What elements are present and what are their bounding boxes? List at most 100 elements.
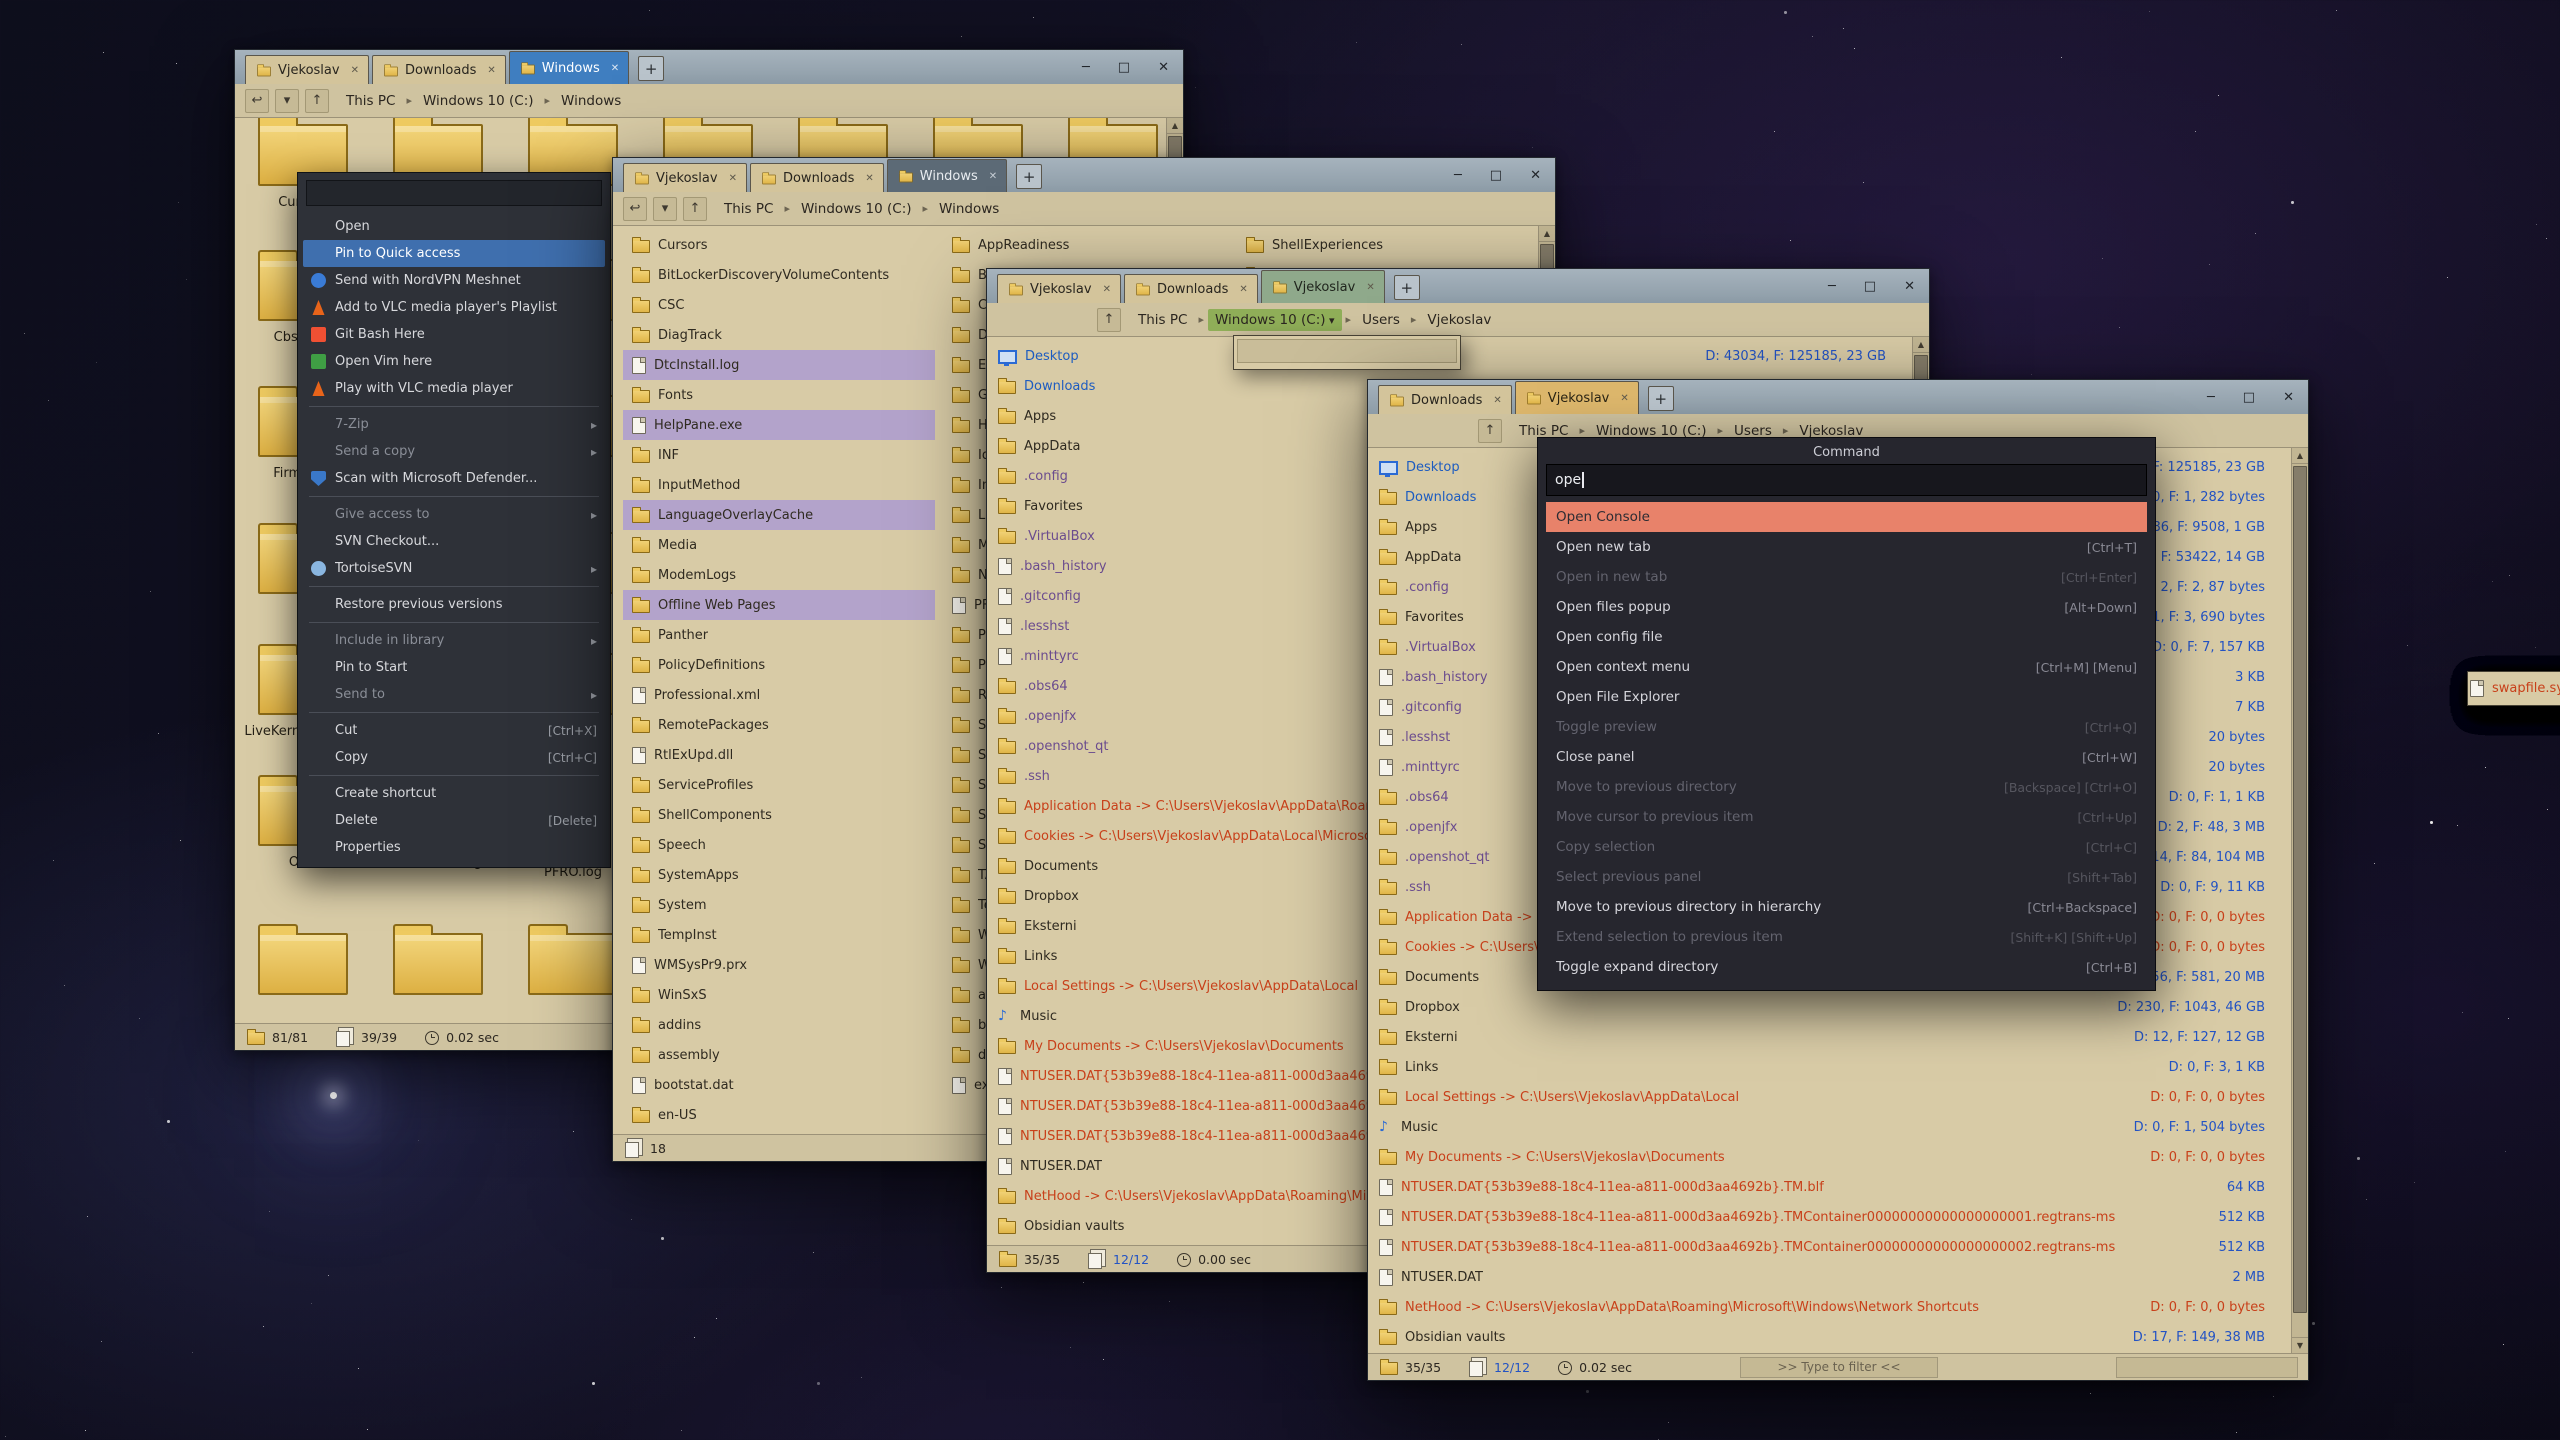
menu-item-scan-with-microsoft-defender[interactable]: Scan with Microsoft Defender... (303, 465, 605, 492)
breadcrumb-vjekoslav[interactable]: Vjekoslav (1420, 309, 1498, 331)
tab-close-icon[interactable]: ✕ (989, 171, 997, 182)
menu-item-play-with-vlc-media-player[interactable]: Play with VLC media player (303, 375, 605, 402)
file-row-ntuser-dat-53b39e88-18c4-11ea-a811-000d3aa4692b-tmcontainer00000000000000000002-regtrans-ms[interactable]: NTUSER.DAT{53b39e88-18c4-11ea-a811-000d3… (1370, 1232, 2290, 1262)
history-dropdown-icon[interactable]: ▾ (653, 197, 677, 221)
tab-vjekoslav[interactable]: Vjekoslav✕ (623, 163, 747, 192)
palette-item-move-to-previous-directory-in-hierarchy[interactable]: Move to previous directory in hierarchy[… (1546, 892, 2147, 922)
palette-item-open-files-popup[interactable]: Open files popup[Alt+Down] (1546, 592, 2147, 622)
file-row-offline-web-pages[interactable]: Offline Web Pages (623, 590, 935, 620)
breadcrumb-this-pc[interactable]: This PC (717, 198, 780, 220)
file-row-shellcomponents[interactable]: ShellComponents (623, 800, 935, 830)
breadcrumb-windows-10-c[interactable]: Windows 10 (C:) ▾ (1208, 309, 1342, 331)
tab-vjekoslav[interactable]: Vjekoslav✕ (1261, 270, 1385, 303)
close-button[interactable]: ✕ (1904, 279, 1915, 294)
tab-downloads[interactable]: Downloads✕ (372, 55, 506, 84)
menu-item-delete[interactable]: Delete[Delete] (303, 807, 605, 834)
menu-item-add-to-vlc-media-player-s-playlist[interactable]: Add to VLC media player's Playlist (303, 294, 605, 321)
type-to-filter-hint[interactable]: >> Type to filter << (1740, 1357, 1938, 1378)
file-row-modemlogs[interactable]: ModemLogs (623, 560, 935, 590)
scroll-up-icon[interactable] (1539, 226, 1555, 242)
breadcrumb-windows-10-c[interactable]: Windows 10 (C:) (416, 90, 541, 112)
close-button[interactable]: ✕ (1158, 60, 1169, 75)
file-row-system[interactable]: System (623, 890, 935, 920)
up-icon[interactable]: ↑ (1097, 308, 1121, 332)
scroll-down-icon[interactable] (2292, 1337, 2308, 1353)
palette-item-select-previous-panel[interactable]: Select previous panel[Shift+Tab] (1546, 862, 2147, 892)
new-tab-button[interactable]: + (1016, 164, 1042, 189)
tab-windows[interactable]: Windows✕ (887, 159, 1007, 192)
scroll-up-icon[interactable] (2292, 448, 2308, 464)
minimize-button[interactable]: ─ (1454, 168, 1462, 183)
grid-item[interactable] (243, 933, 363, 1004)
tab-close-icon[interactable]: ✕ (1103, 284, 1111, 295)
tab-close-icon[interactable]: ✕ (865, 173, 873, 184)
file-row-links[interactable]: LinksD: 0, F: 3, 1 KB (1370, 1052, 2290, 1082)
file-row-dtcinstall-log[interactable]: DtcInstall.log (623, 350, 935, 380)
up-icon[interactable]: ↑ (1478, 419, 1502, 443)
file-row-cursors[interactable]: Cursors (623, 230, 935, 260)
file-row-en-us[interactable]: en-US (623, 1100, 935, 1130)
scroll-up-icon[interactable] (1913, 337, 1929, 353)
file-row-my-documents[interactable]: My Documents -> C:\Users\Vjekoslav\Docum… (1370, 1142, 2290, 1172)
minimize-button[interactable]: ─ (2207, 390, 2215, 405)
file-row-obsidian-vaults[interactable]: Obsidian vaultsD: 17, F: 149, 38 MB (1370, 1322, 2290, 1352)
file-row-appreadiness[interactable]: AppReadiness (943, 230, 1255, 260)
tab-downloads[interactable]: Downloads✕ (1124, 274, 1258, 303)
minimize-button[interactable]: ─ (1828, 279, 1836, 294)
file-row-winsxs[interactable]: WinSxS (623, 980, 935, 1010)
file-row-diagtrack[interactable]: DiagTrack (623, 320, 935, 350)
palette-item-open-config-file[interactable]: Open config file (1546, 622, 2147, 652)
file-row-media[interactable]: Media (623, 530, 935, 560)
file-row-bootstat-dat[interactable]: bootstat.dat (623, 1070, 935, 1100)
file-row-panther[interactable]: Panther (623, 620, 935, 650)
tab-close-icon[interactable]: ✕ (1239, 284, 1247, 295)
breadcrumb-users[interactable]: Users (1355, 309, 1407, 331)
tab-close-icon[interactable]: ✕ (1366, 282, 1374, 293)
minimize-button[interactable]: ─ (1082, 60, 1090, 75)
file-row-policydefinitions[interactable]: PolicyDefinitions (623, 650, 935, 680)
file-row-tempinst[interactable]: TempInst (623, 920, 935, 950)
menu-item-tortoisesvn[interactable]: TortoiseSVN▸ (303, 555, 605, 582)
file-row-ntuser-dat-53b39e88-18c4-11ea-a811-000d3aa4692b-tm-blf[interactable]: NTUSER.DAT{53b39e88-18c4-11ea-a811-000d3… (1370, 1172, 2290, 1202)
scrollbar[interactable] (2291, 448, 2308, 1353)
tab-downloads[interactable]: Downloads✕ (1378, 385, 1512, 414)
menu-item-send-to[interactable]: Send to▸ (303, 681, 605, 708)
tab-vjekoslav[interactable]: Vjekoslav✕ (997, 274, 1121, 303)
back-icon[interactable]: ↩ (245, 89, 269, 113)
new-tab-button[interactable]: + (1648, 386, 1674, 411)
tab-vjekoslav[interactable]: Vjekoslav✕ (1515, 381, 1639, 414)
dropdown-filter-input[interactable] (1237, 339, 1457, 363)
file-row-nethood[interactable]: NetHood -> C:\Users\Vjekoslav\AppData\Ro… (1370, 1292, 2290, 1322)
tab-close-icon[interactable]: ✕ (611, 63, 619, 74)
menu-item-7-zip[interactable]: 7-Zip▸ (303, 411, 605, 438)
file-row-swapfile-sys[interactable]: swapfile.sys (2467, 671, 2560, 706)
file-row-inf[interactable]: INF (623, 440, 935, 470)
tab-close-icon[interactable]: ✕ (1620, 393, 1628, 404)
back-icon[interactable]: ↩ (623, 197, 647, 221)
menu-item-send-with-nordvpn-meshnet[interactable]: Send with NordVPN Meshnet (303, 267, 605, 294)
tab-downloads[interactable]: Downloads✕ (750, 163, 884, 192)
menu-item-create-shortcut[interactable]: Create shortcut (303, 780, 605, 807)
history-dropdown-icon[interactable]: ▾ (275, 89, 299, 113)
menu-item-copy[interactable]: Copy[Ctrl+C] (303, 744, 605, 771)
menu-item-open[interactable]: Open (303, 213, 605, 240)
breadcrumb-windows-10-c[interactable]: Windows 10 (C:) (794, 198, 919, 220)
file-row-wmsyspr9-prx[interactable]: WMSysPr9.prx (623, 950, 935, 980)
file-row-inputmethod[interactable]: InputMethod (623, 470, 935, 500)
tab-close-icon[interactable]: ✕ (351, 65, 359, 76)
context-menu-filter-input[interactable] (306, 180, 602, 206)
palette-item-move-cursor-to-previous-item[interactable]: Move cursor to previous item[Ctrl+Up] (1546, 802, 2147, 832)
tab-close-icon[interactable]: ✕ (729, 173, 737, 184)
menu-item-open-vim-here[interactable]: Open Vim here (303, 348, 605, 375)
menu-item-give-access-to[interactable]: Give access to▸ (303, 501, 605, 528)
palette-item-open-file-explorer[interactable]: Open File Explorer (1546, 682, 2147, 712)
palette-item-move-to-previous-directory[interactable]: Move to previous directory[Backspace] [C… (1546, 772, 2147, 802)
titlebar[interactable]: Vjekoslav✕Downloads✕Windows✕+ ─□✕ (235, 50, 1183, 84)
titlebar[interactable]: Vjekoslav✕Downloads✕Vjekoslav✕+ ─□✕ (987, 269, 1929, 303)
up-icon[interactable]: ↑ (305, 89, 329, 113)
file-row-csc[interactable]: CSC (623, 290, 935, 320)
tab-close-icon[interactable]: ✕ (487, 65, 495, 76)
tab-vjekoslav[interactable]: Vjekoslav✕ (245, 55, 369, 84)
maximize-button[interactable]: □ (1490, 168, 1502, 183)
file-row-rtlexupd-dll[interactable]: RtlExUpd.dll (623, 740, 935, 770)
